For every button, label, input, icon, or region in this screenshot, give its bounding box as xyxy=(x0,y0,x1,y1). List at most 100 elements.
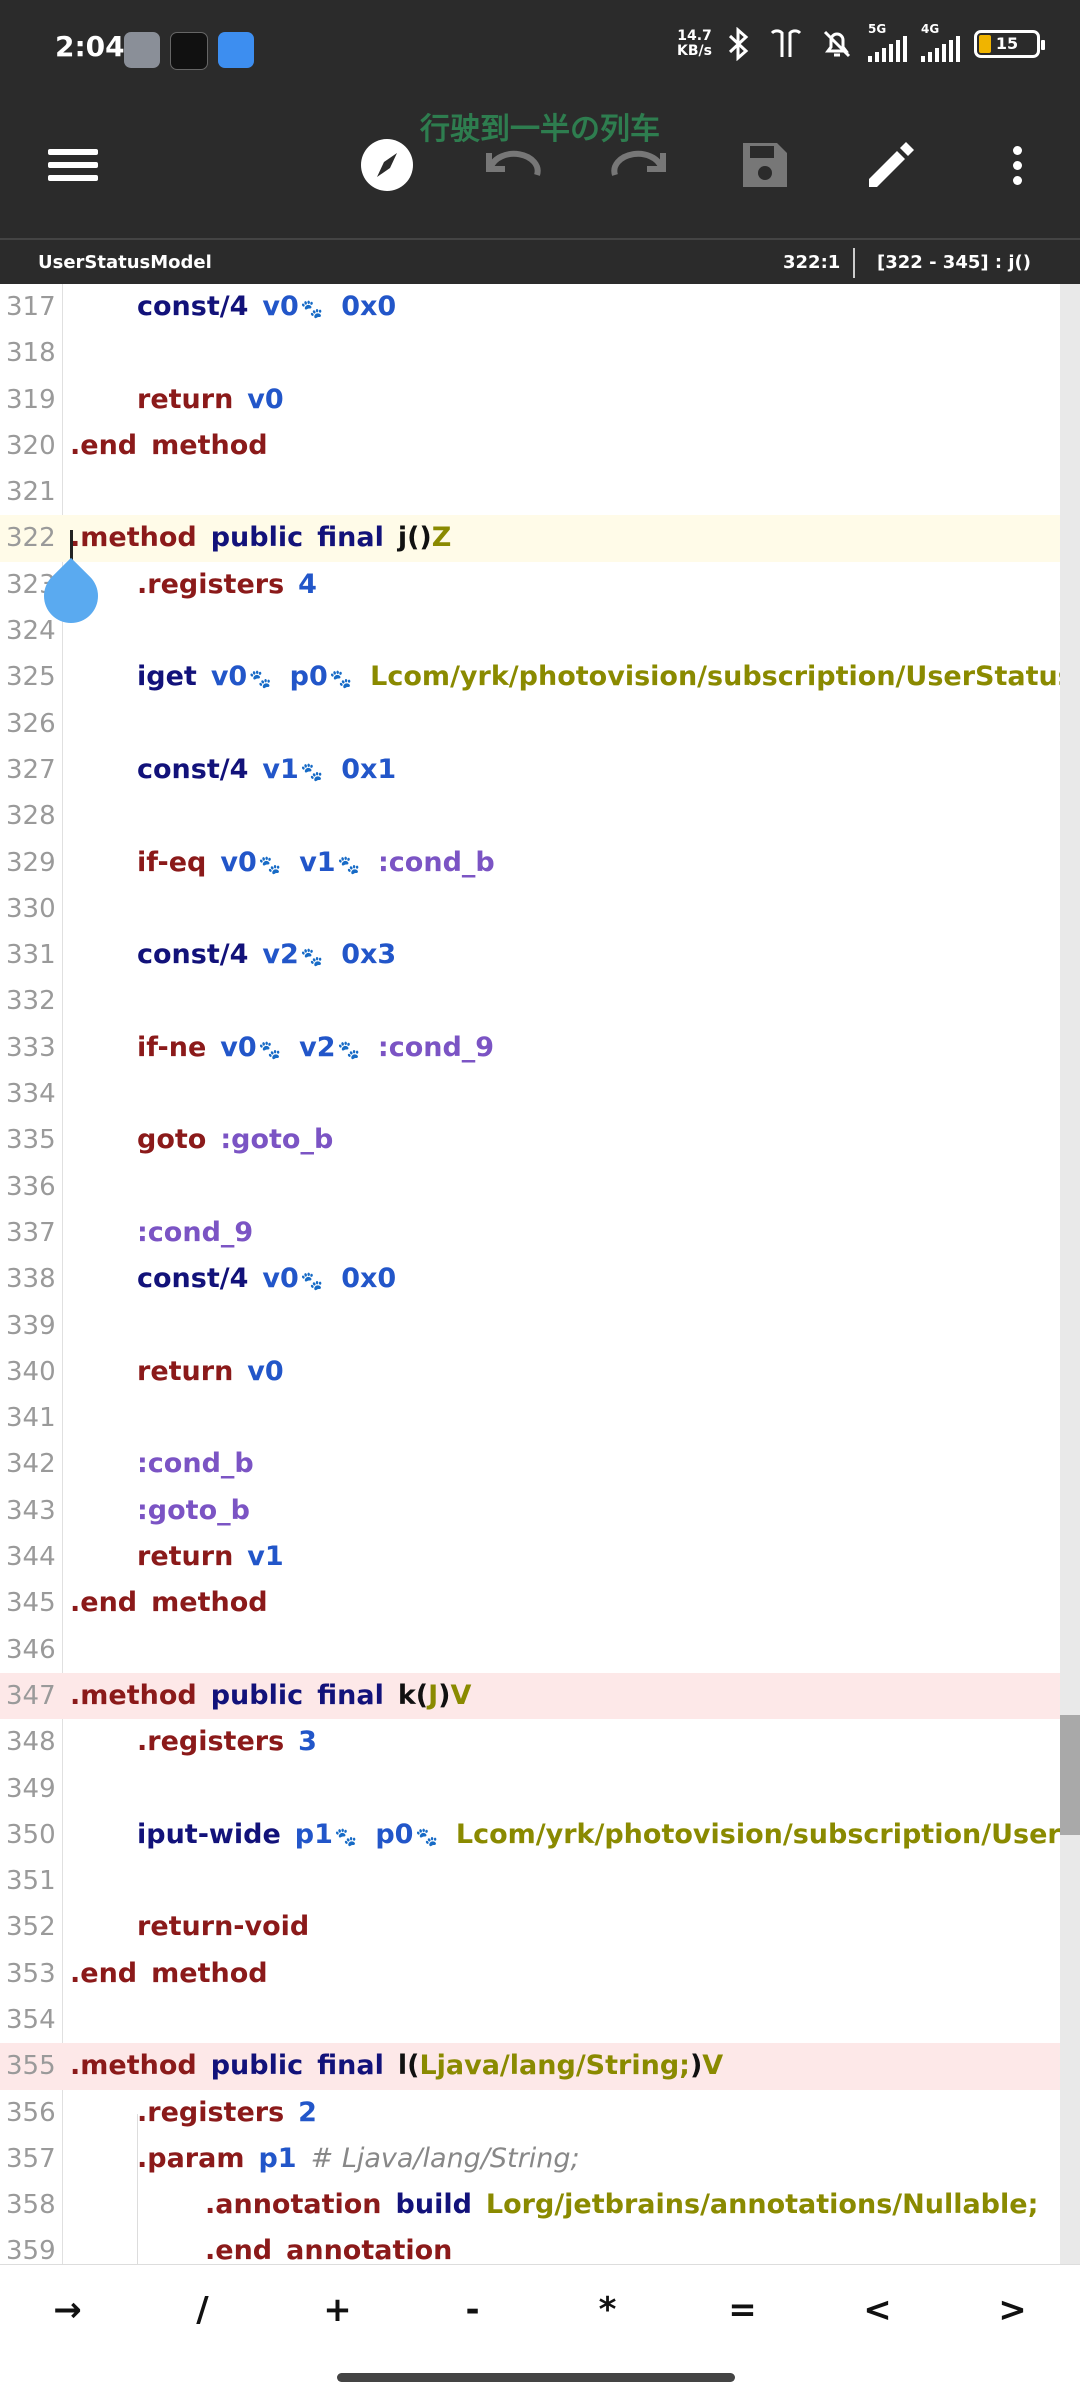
code-line[interactable]: 323 .registers 4 xyxy=(0,562,1060,608)
paw-icon: 🐾 xyxy=(334,1826,358,1848)
code-token: v0 xyxy=(220,846,257,878)
code-line[interactable]: 345 .end method xyxy=(0,1580,1060,1626)
paw-icon: 🐾 xyxy=(300,299,324,320)
line-number: 355 xyxy=(6,2051,56,2082)
code-editor[interactable]: 317 const/4 v0 🐾 0x0 318 319 return v0 320 .end met… xyxy=(0,284,1080,2264)
code-token: J xyxy=(428,1679,439,1711)
code-line[interactable]: 341 xyxy=(0,1395,1060,1441)
code-line[interactable]: 320 .end method xyxy=(0,423,1060,469)
code-line[interactable]: 351 xyxy=(0,1858,1060,1904)
code-line[interactable]: 327 const/4 v1 🐾 0x1 xyxy=(0,747,1060,793)
code-line[interactable]: 318 xyxy=(0,330,1060,376)
code-token: return xyxy=(137,1541,234,1573)
code-line[interactable]: 333 if-ne v0 🐾 v2 🐾:cond_9 xyxy=(0,1025,1060,1071)
code-line[interactable]: 343:goto_b xyxy=(0,1488,1060,1534)
undo-button[interactable] xyxy=(478,130,548,200)
code-text: .method public final j()Z xyxy=(70,515,451,561)
undo-icon xyxy=(486,150,541,176)
code-text: const/4 v0 🐾 0x0 xyxy=(137,284,396,333)
code-token: .end xyxy=(205,2235,273,2264)
symbol-key[interactable]: = xyxy=(675,2265,810,2355)
line-number: 328 xyxy=(6,801,56,832)
navigate-button[interactable] xyxy=(352,130,422,200)
code-line[interactable]: 329 if-eq v0 🐾 v1 🐾:cond_b xyxy=(0,840,1060,886)
code-line[interactable]: 338 const/4 v0 🐾 0x0 xyxy=(0,1256,1060,1302)
symbol-key[interactable]: > xyxy=(945,2265,1080,2355)
code-line[interactable]: 359 .end annotation xyxy=(0,2228,1060,2264)
code-line[interactable]: 350 iput-wide p1 🐾 p0 🐾 Lcom/yrk/photovision/s… xyxy=(0,1812,1080,1858)
line-number: 335 xyxy=(6,1125,56,1156)
signal-5g: 5G xyxy=(868,22,907,62)
paw-icon: 🐾 xyxy=(415,1826,438,1848)
code-line[interactable]: 337:cond_9 xyxy=(0,1210,1060,1256)
redo-button[interactable] xyxy=(604,130,674,200)
code-line[interactable]: 317 const/4 v0 🐾 0x0 xyxy=(0,284,1060,330)
battery-icon: 15 xyxy=(974,30,1045,58)
save-button[interactable] xyxy=(730,130,800,200)
code-line[interactable]: 321 xyxy=(0,469,1060,515)
code-line[interactable]: 324 xyxy=(0,608,1060,654)
line-number: 352 xyxy=(6,1912,56,1943)
paw-icon: 🐾 xyxy=(300,947,324,969)
code-line[interactable]: 334 xyxy=(0,1071,1060,1117)
code-line[interactable]: 340 return v0 xyxy=(0,1349,1060,1395)
code-text: .method public final k(J)V xyxy=(70,1673,471,1719)
symbol-key[interactable]: + xyxy=(270,2265,405,2355)
file-name: UserStatusModel xyxy=(38,252,212,273)
code-line[interactable]: 328 xyxy=(0,793,1060,839)
code-token: :cond_b xyxy=(378,846,495,878)
code-line[interactable]: 347 .method public final k(J)V xyxy=(0,1672,1060,1720)
code-line[interactable]: 346 xyxy=(0,1627,1060,1673)
code-token: .method xyxy=(70,2050,197,2082)
more-button[interactable] xyxy=(982,130,1052,200)
code-line[interactable]: 357 .param p1 # Ljava/lang/String; xyxy=(0,2136,1060,2182)
code-line[interactable]: 331 const/4 v2 🐾 0x3 xyxy=(0,932,1060,978)
edit-button[interactable] xyxy=(856,130,926,200)
home-indicator[interactable] xyxy=(337,2373,735,2382)
symbol-key[interactable]: → xyxy=(0,2265,135,2355)
code-token: .param xyxy=(137,2142,245,2174)
symbol-key[interactable]: < xyxy=(810,2265,945,2355)
line-number: 322 xyxy=(6,523,56,554)
save-icon xyxy=(743,143,787,187)
code-text: .registers 3 xyxy=(137,1719,317,1765)
code-line[interactable]: 336 xyxy=(0,1164,1060,1210)
code-line[interactable]: 353 .end method xyxy=(0,1951,1060,1997)
code-line[interactable]: 326 xyxy=(0,701,1060,747)
code-token: l( xyxy=(397,2050,420,2082)
code-line[interactable]: 339 xyxy=(0,1303,1060,1349)
code-line[interactable]: 330 xyxy=(0,886,1060,932)
code-line[interactable]: 356 .registers 2 xyxy=(0,2090,1060,2136)
code-line[interactable]: 319 return v0 xyxy=(0,377,1060,423)
code-token: const/4 xyxy=(137,753,249,785)
code-line[interactable]: 358 .annotation build Lorg/jetbrains/annota… xyxy=(0,2182,1060,2228)
menu-button[interactable] xyxy=(38,130,108,200)
code-line[interactable]: 355 .method public final l(Ljava/lang/String… xyxy=(0,2043,1060,2090)
symbol-key[interactable]: * xyxy=(540,2265,675,2355)
code-line[interactable]: 335 goto:goto_b xyxy=(0,1117,1060,1163)
code-line[interactable]: 348 .registers 3 xyxy=(0,1719,1060,1765)
code-line[interactable]: 342:cond_b xyxy=(0,1441,1060,1487)
line-number: 356 xyxy=(6,2097,56,2128)
scrollbar-thumb[interactable] xyxy=(1060,1715,1080,1835)
line-number: 326 xyxy=(6,708,56,739)
symbol-key[interactable]: / xyxy=(135,2265,270,2355)
code-line[interactable]: 352 return-void xyxy=(0,1904,1060,1950)
code-token: return-void xyxy=(137,1911,310,1943)
code-lines[interactable]: 317 const/4 v0 🐾 0x0 318 319 return v0 320 .end met… xyxy=(0,284,1080,2264)
edit-icon xyxy=(869,142,914,187)
code-line[interactable]: 349 xyxy=(0,1766,1060,1812)
paw-icon: 🐾 xyxy=(300,761,324,783)
code-token: :cond_9 xyxy=(377,1031,495,1063)
code-token: public xyxy=(210,2050,304,2082)
code-line[interactable]: 344 return v1 xyxy=(0,1534,1060,1580)
code-line[interactable]: 325 iget v0 🐾 p0 🐾 Lcom/yrk/photovision/subscr… xyxy=(0,654,1080,700)
code-line[interactable]: 332 xyxy=(0,978,1060,1024)
scrollbar-track[interactable] xyxy=(1060,284,1080,2264)
code-line[interactable]: 322 .method public final j()Z xyxy=(0,515,1060,562)
code-token: public xyxy=(210,522,304,554)
code-line[interactable]: 354 xyxy=(0,1997,1060,2043)
symbol-key[interactable]: - xyxy=(405,2265,540,2355)
code-token: 0x3 xyxy=(341,939,397,971)
method-range[interactable]: [322 - 345] : j() xyxy=(877,252,1031,273)
